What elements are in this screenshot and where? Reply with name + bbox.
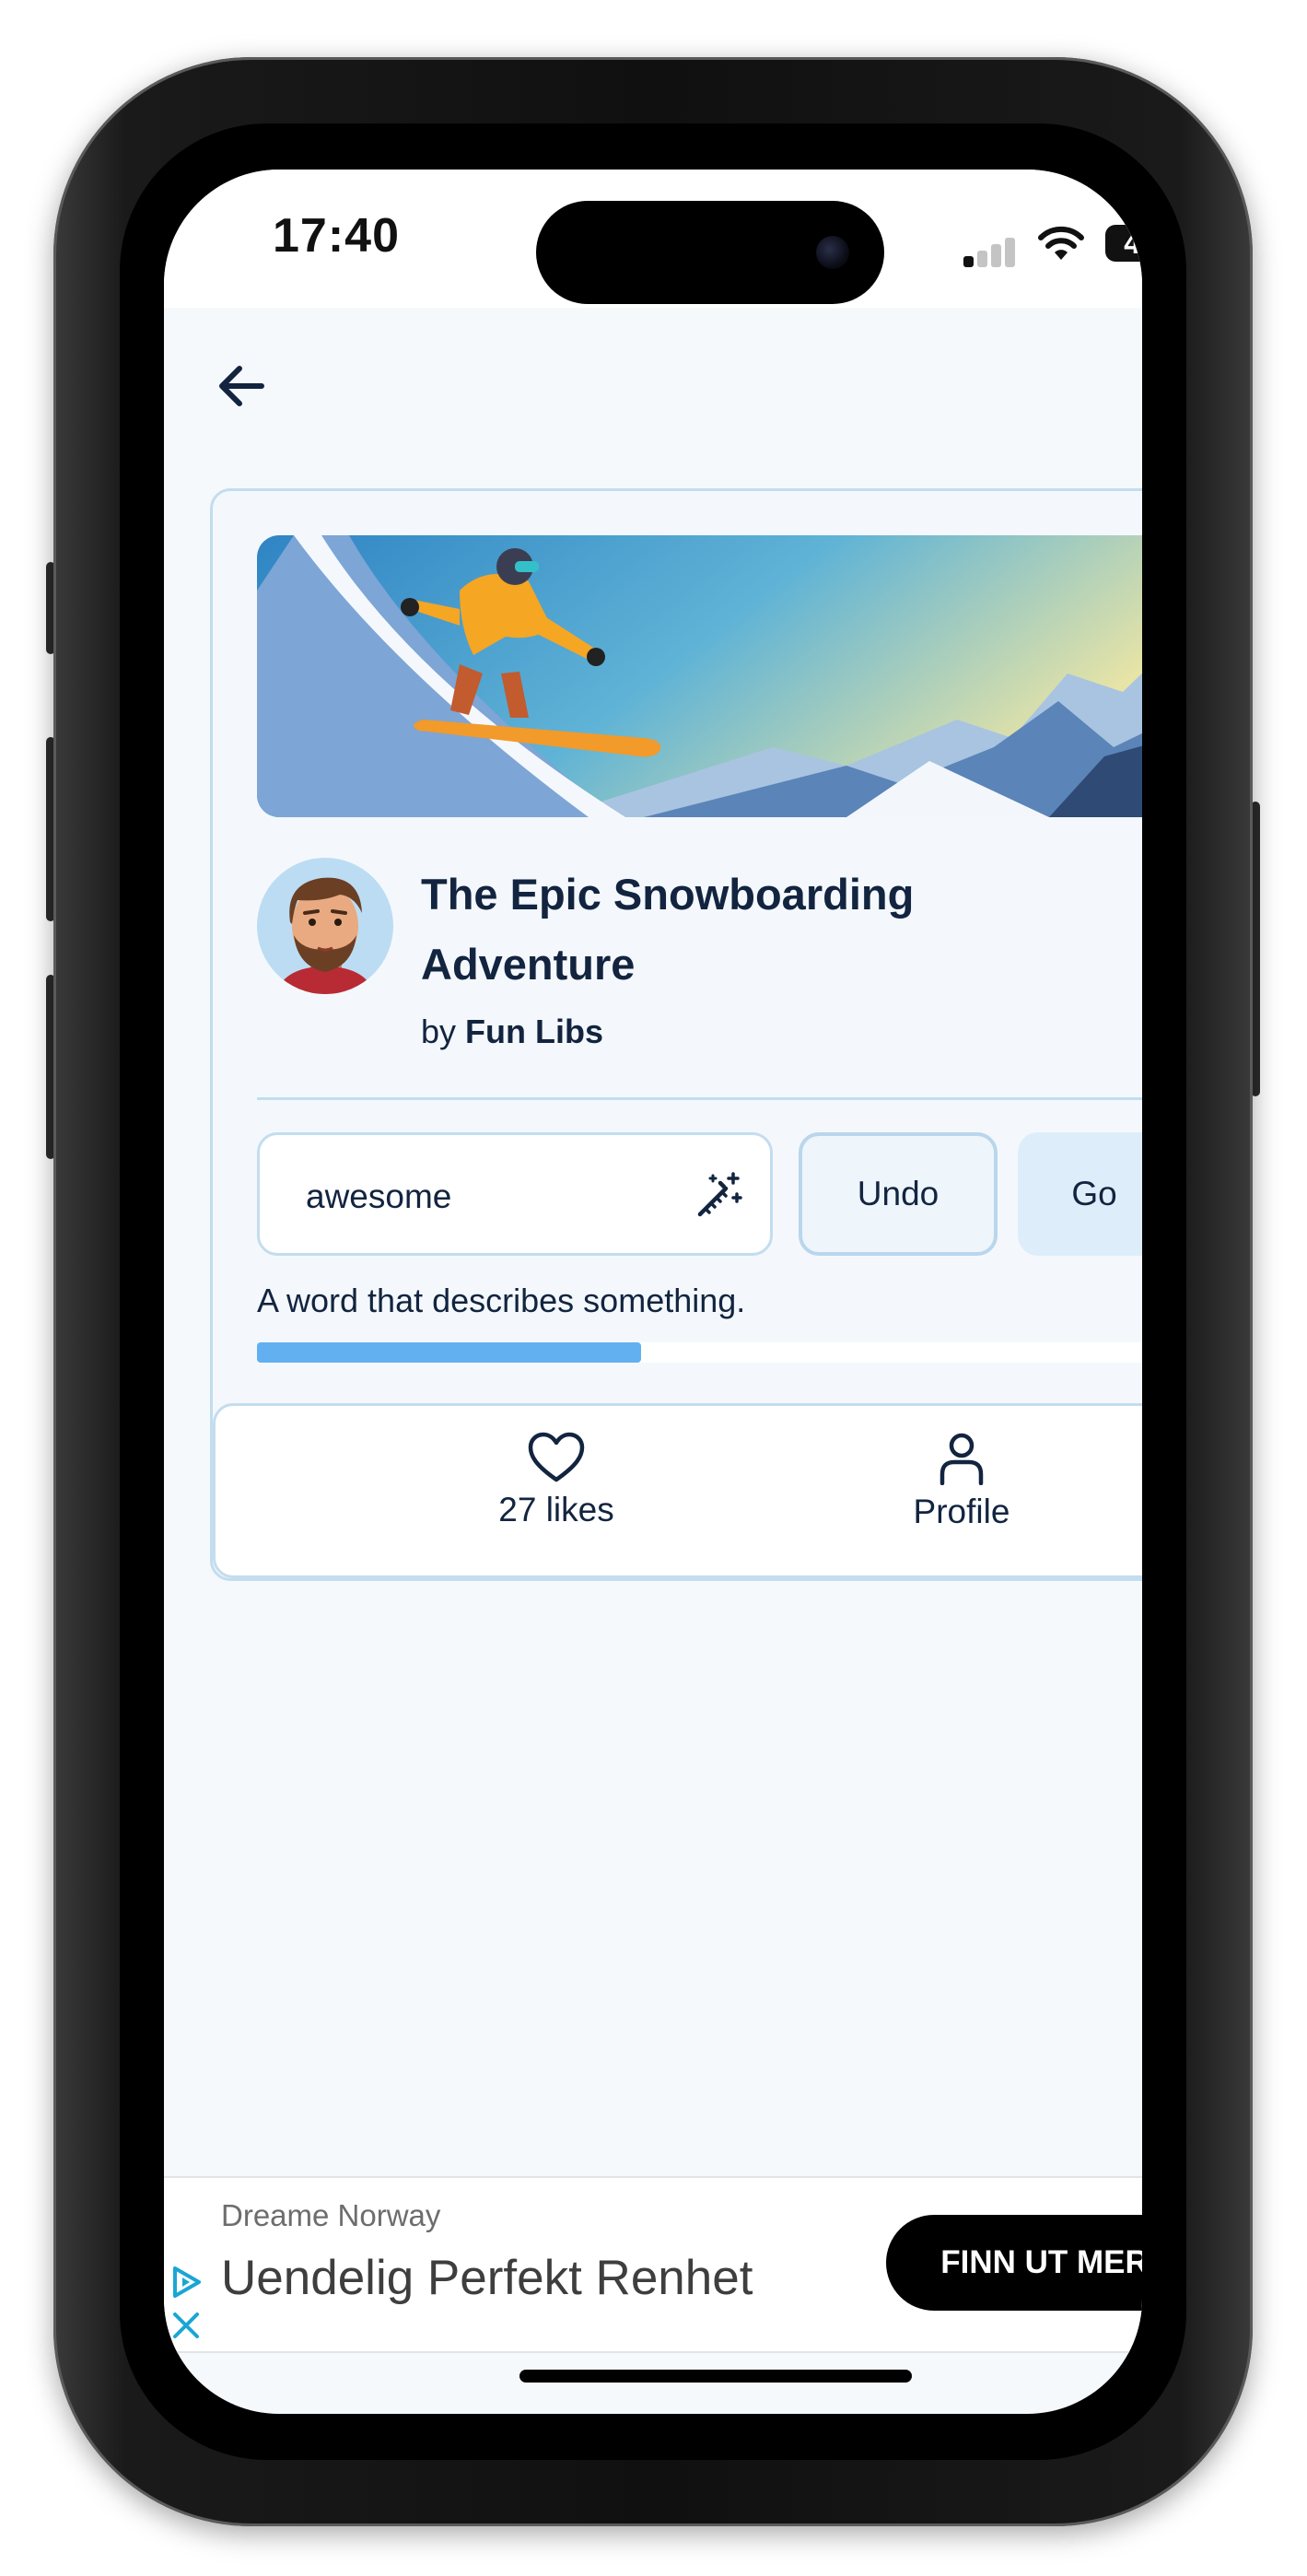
like-button[interactable]: 27 likes <box>437 1432 676 1551</box>
home-indicator[interactable] <box>519 2370 912 2383</box>
battery-icon: 45 <box>1105 225 1142 262</box>
dynamic-island <box>536 201 884 304</box>
status-time: 17:40 <box>273 209 400 263</box>
avatar-illustration <box>275 877 375 994</box>
arrow-left-icon <box>219 366 264 406</box>
back-button[interactable] <box>210 354 274 418</box>
undo-button[interactable]: Undo <box>799 1132 998 1256</box>
ad-headline[interactable]: Uendelig Perfekt Renhet <box>221 2250 753 2306</box>
word-input[interactable] <box>304 1168 658 1225</box>
story-byline: by Fun Libs <box>421 1013 603 1051</box>
progress-fill <box>257 1342 641 1363</box>
action-bar: 27 likes Profile <box>213 1403 1142 1578</box>
front-camera <box>816 236 849 269</box>
likes-count: 27 likes <box>498 1491 614 1528</box>
ad-cta-label: FINN UT MER <box>940 2244 1142 2280</box>
ad-cta-button[interactable]: FINN UT MER <box>886 2215 1142 2311</box>
phone-bezel: 17:40 45 <box>120 123 1186 2460</box>
ad-sponsor: Dreame Norway <box>221 2198 441 2232</box>
word-input-container <box>257 1132 773 1256</box>
card-divider <box>257 1097 1142 1100</box>
author-name[interactable]: Fun Libs <box>465 1013 603 1050</box>
ad-choices-icon[interactable] <box>169 2265 204 2300</box>
cellular-signal-icon <box>963 236 1017 267</box>
user-icon <box>939 1433 984 1485</box>
phone-frame: 17:40 45 <box>53 57 1253 2526</box>
byline-prefix: by <box>421 1013 457 1050</box>
close-icon[interactable] <box>169 2309 203 2342</box>
story-title: The Epic Snowboarding Adventure <box>421 870 915 989</box>
profile-button[interactable]: Profile <box>842 1432 1081 1551</box>
progress-bar <box>257 1342 1142 1363</box>
battery-level: 45 <box>1124 227 1142 260</box>
magic-wand-icon[interactable] <box>693 1170 744 1222</box>
word-hint: A word that describes something. <box>257 1282 746 1319</box>
heart-icon <box>528 1432 585 1482</box>
go-button[interactable]: Go <box>1018 1132 1142 1256</box>
screen: 17:40 45 <box>164 170 1142 2414</box>
status-bar: 17:40 45 <box>164 170 1142 308</box>
author-avatar <box>257 858 393 994</box>
profile-label: Profile <box>913 1493 1010 1530</box>
story-cover-image <box>257 535 1142 817</box>
wifi-icon <box>1038 226 1084 260</box>
story-card: The Epic Snowboarding Adventure by Fun L… <box>210 488 1142 1581</box>
ad-banner[interactable]: Dreame Norway Uendelig Perfekt Renhet FI… <box>164 2176 1142 2353</box>
